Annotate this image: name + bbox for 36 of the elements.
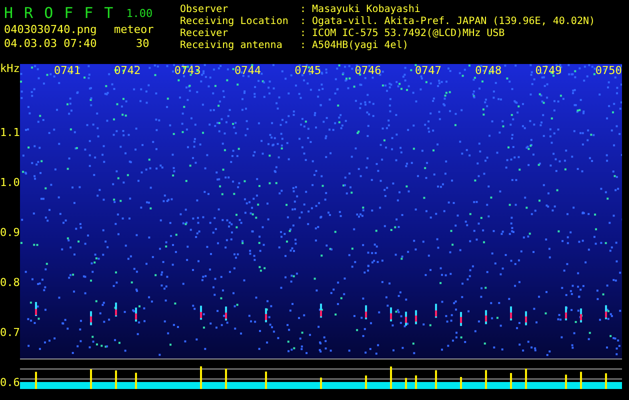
version-text: 1.00 (126, 6, 153, 20)
time-label: 0744 (234, 64, 261, 78)
time-label: 0745 (294, 64, 322, 78)
counter-value: 30 (135, 36, 150, 50)
info-value: : Masayuki Kobayashi (300, 4, 422, 16)
axis-label: 1.0 (0, 175, 20, 191)
time-label: 0746 (354, 64, 382, 78)
unit-label: kHz (0, 61, 20, 74)
time-label: 0749 (535, 64, 562, 78)
app-title-letter: R (24, 4, 34, 22)
info-value: : ICOM IC-575 53.7492(@LCD)MHz USB (300, 28, 506, 40)
time-label: 0748 (475, 64, 502, 78)
app-title-letter: T (104, 4, 114, 22)
axis-label: 0.6 (0, 375, 20, 391)
axis-label: 0.7 (0, 325, 20, 341)
info-label: Observer (180, 4, 230, 16)
time-label: 0750 (595, 64, 622, 78)
time-label: 0741 (54, 64, 80, 78)
axis-label: 1.1 (0, 125, 20, 141)
axis-label: 0.8 (0, 275, 20, 291)
datetime-text: 04.03.03 07:40 (4, 36, 98, 50)
info-label: Receiving Location (180, 16, 290, 28)
info-label: Receiving antenna (180, 40, 284, 52)
app-title-letter: O (44, 4, 54, 22)
app-title-letter: H (4, 4, 14, 22)
info-label: Receiver (180, 28, 230, 40)
time-label: 0742 (114, 64, 141, 78)
counter-label: meteor (114, 23, 155, 36)
time-label: 0743 (174, 64, 201, 78)
info-value: : Ogata-vill. Akita-Pref. JAPAN (139.96E, 40.02N) (300, 16, 596, 28)
app-title-letter: F (64, 4, 74, 22)
info-value: : A504HB(yagi 4el) (300, 40, 410, 52)
filename-text: 0403030740.png (4, 22, 98, 36)
time-label: 0747 (414, 64, 442, 78)
axis-label: 0.9 (0, 225, 20, 241)
app-title-letter: F (84, 4, 94, 22)
